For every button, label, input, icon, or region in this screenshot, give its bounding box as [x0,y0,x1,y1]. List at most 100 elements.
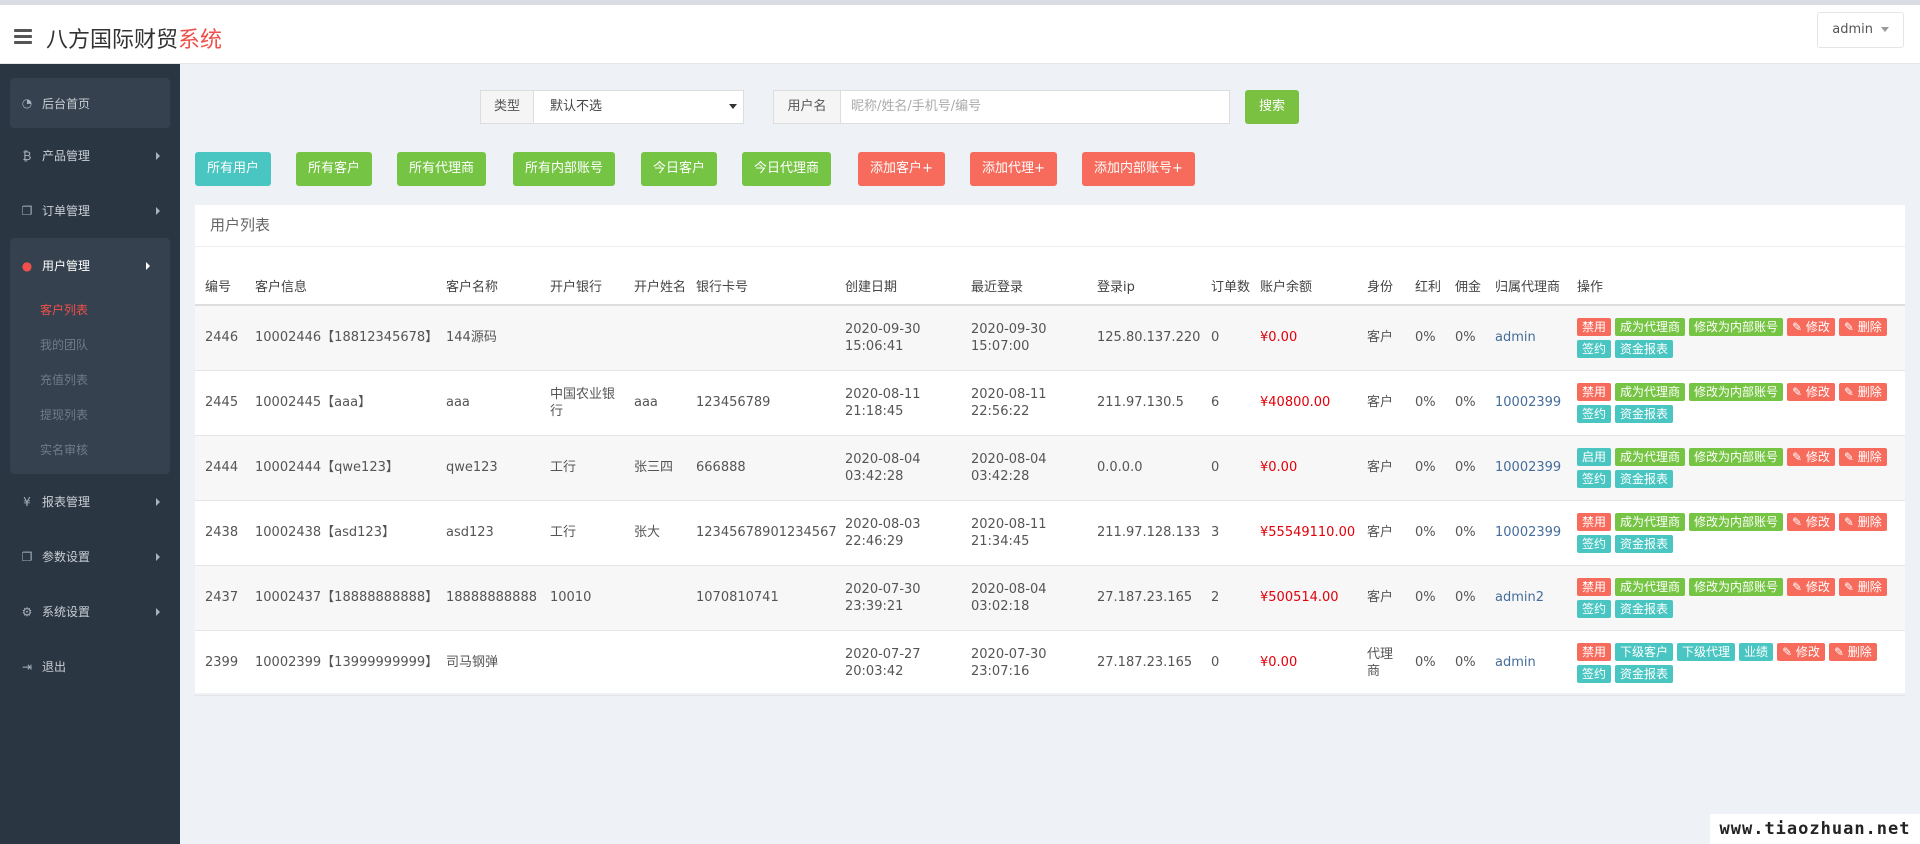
agent-cell[interactable]: admin [1485,305,1567,371]
row-action-button[interactable]: 修改为内部账号 [1689,512,1784,531]
row-action-button[interactable]: 成为代理商 [1615,317,1686,336]
column-header: 操作 [1567,247,1905,306]
add-internal-account-button[interactable]: 添加内部账号+ [1082,152,1195,186]
all-users-button[interactable]: 所有用户 [195,152,272,186]
role-cell: 客户 [1357,435,1405,501]
agent-cell[interactable]: 10002399 [1485,370,1567,436]
column-header: 开户银行 [540,247,624,306]
type-select[interactable]: 默认不选 [534,90,744,124]
row-action-button[interactable]: ✎ 修改 [1787,447,1835,466]
sidebar-item-home[interactable]: ◔ 后台首页 [10,78,170,128]
actions-cell: 禁用 成为代理商 修改为内部账号 ✎ 修改 ✎ 删除签约 资金报表 [1567,500,1905,566]
sidebar-subitem-realname-review[interactable]: 实名审核 [40,433,170,468]
add-customer-button[interactable]: 添加客户+ [858,152,945,186]
search-button[interactable]: 搜索 [1245,90,1299,124]
sidebar-item-system[interactable]: ⚙ 系统设置 [0,584,180,639]
sidebar-subitem-customer-list[interactable]: 客户列表 [40,293,170,328]
sidebar-subitem-withdraw-list[interactable]: 提现列表 [40,398,170,433]
row-action-button[interactable]: 修改为内部账号 [1689,317,1784,336]
row-action-button[interactable]: 资金报表 [1615,664,1674,683]
caret-down-icon [1881,27,1889,32]
account-holder-cell: 张三四 [624,435,686,501]
row-action-button[interactable]: 成为代理商 [1615,447,1686,466]
user-id-cell: 2438 [195,500,245,566]
sidebar-subitem-recharge-list[interactable]: 充值列表 [40,363,170,398]
agent-cell[interactable]: 10002399 [1485,500,1567,566]
commission-cell: 0% [1445,305,1485,371]
sidebar-item-orders[interactable]: ❐ 订单管理 [0,183,180,238]
username-search-input[interactable]: 昵称/姓名/手机号/编号 [841,90,1230,124]
row-action-button[interactable]: ✎ 修改 [1787,317,1835,336]
row-action-button[interactable]: 资金报表 [1615,469,1674,488]
row-action-button[interactable]: 下级客户 [1615,642,1674,661]
row-action-button[interactable]: ✎ 删除 [1828,642,1877,661]
user-menu-button[interactable]: admin [1817,12,1904,48]
agent-cell[interactable]: admin2 [1485,565,1567,631]
row-action-button[interactable]: 签约 [1577,469,1612,488]
card-number-cell: 123456789 [686,370,835,436]
row-action-button[interactable]: 修改为内部账号 [1689,447,1784,466]
menu-toggle-icon[interactable] [14,29,32,44]
row-action-button[interactable]: 签约 [1577,664,1612,683]
row-action-button[interactable]: 签约 [1577,534,1612,553]
caret-down-icon [729,104,737,109]
customer-name-cell: asd123 [436,500,540,566]
row-actions: 禁用 成为代理商 修改为内部账号 ✎ 修改 ✎ 删除签约 资金报表 [1577,317,1905,358]
row-action-button[interactable]: 启用 [1577,447,1612,466]
row-action-button[interactable]: ✎ 修改 [1787,577,1835,596]
card-number-cell: 666888 [686,435,835,501]
row-action-button[interactable]: 修改为内部账号 [1689,382,1784,401]
row-action-button[interactable]: 禁用 [1577,642,1612,661]
created-date-time: 21:18:45 [845,403,904,419]
add-agent-button[interactable]: 添加代理+ [970,152,1057,186]
row-action-button[interactable]: 下级代理 [1677,642,1736,661]
row-action-button[interactable]: ✎ 删除 [1838,382,1887,401]
account-holder-cell [624,565,686,631]
username-placeholder: 昵称/姓名/手机号/编号 [851,99,982,114]
balance-cell: ¥55549110.00 [1250,500,1357,566]
row-action-button[interactable]: 禁用 [1577,512,1612,531]
sidebar-item-logout[interactable]: ⇥ 退出 [0,639,180,694]
row-action-button[interactable]: 签约 [1577,404,1612,423]
row-action-button[interactable]: 成为代理商 [1615,382,1686,401]
row-action-button[interactable]: 成为代理商 [1615,512,1686,531]
actions-cell: 启用 成为代理商 修改为内部账号 ✎ 修改 ✎ 删除签约 资金报表 [1567,435,1905,501]
sidebar-item-params[interactable]: ❐ 参数设置 [0,529,180,584]
today-customers-button[interactable]: 今日客户 [641,152,718,186]
last-login-cell: 2020-08-04 03:42:28 [961,435,1087,501]
agent-cell[interactable]: 10002399 [1485,435,1567,501]
all-agents-button[interactable]: 所有代理商 [397,152,487,186]
row-action-button[interactable]: 资金报表 [1615,339,1674,358]
row-action-button[interactable]: 签约 [1577,339,1612,358]
row-action-button[interactable]: 资金报表 [1615,599,1674,618]
all-customers-button[interactable]: 所有客户 [296,152,373,186]
row-action-button[interactable]: ✎ 修改 [1777,642,1825,661]
sidebar-item-products[interactable]: ₿ 产品管理 [0,128,180,183]
sidebar-item-reports[interactable]: ¥ 报表管理 [0,474,180,529]
row-action-button[interactable]: 成为代理商 [1615,577,1686,596]
row-action-button[interactable]: ✎ 删除 [1838,577,1887,596]
row-action-button[interactable]: 禁用 [1577,382,1612,401]
customer-info-cell: 10002399【13999999999】 [245,630,438,696]
all-internal-accounts-button[interactable]: 所有内部账号 [513,152,616,186]
row-action-button[interactable]: 资金报表 [1615,534,1674,553]
row-action-button[interactable]: 签约 [1577,599,1612,618]
row-action-button[interactable]: ✎ 修改 [1787,512,1835,531]
bonus-cell: 0% [1405,370,1445,436]
row-action-button[interactable]: ✎ 删除 [1838,317,1887,336]
row-action-button[interactable]: 禁用 [1577,577,1612,596]
row-action-button[interactable]: ✎ 修改 [1787,382,1835,401]
today-agents-button[interactable]: 今日代理商 [742,152,832,186]
agent-cell[interactable]: admin [1485,630,1567,696]
row-action-button[interactable]: ✎ 删除 [1838,512,1887,531]
sidebar-item-users[interactable]: ● 用户管理 [10,238,170,293]
user-id-cell: 2445 [195,370,245,436]
chevron-right-icon [156,552,160,561]
row-action-button[interactable]: 修改为内部账号 [1689,577,1784,596]
row-action-button[interactable]: 业绩 [1739,642,1774,661]
row-action-button[interactable]: ✎ 删除 [1838,447,1887,466]
chevron-right-icon [156,206,160,215]
sidebar-subitem-my-team[interactable]: 我的团队 [40,328,170,363]
row-action-button[interactable]: 禁用 [1577,317,1612,336]
row-action-button[interactable]: 资金报表 [1615,404,1674,423]
